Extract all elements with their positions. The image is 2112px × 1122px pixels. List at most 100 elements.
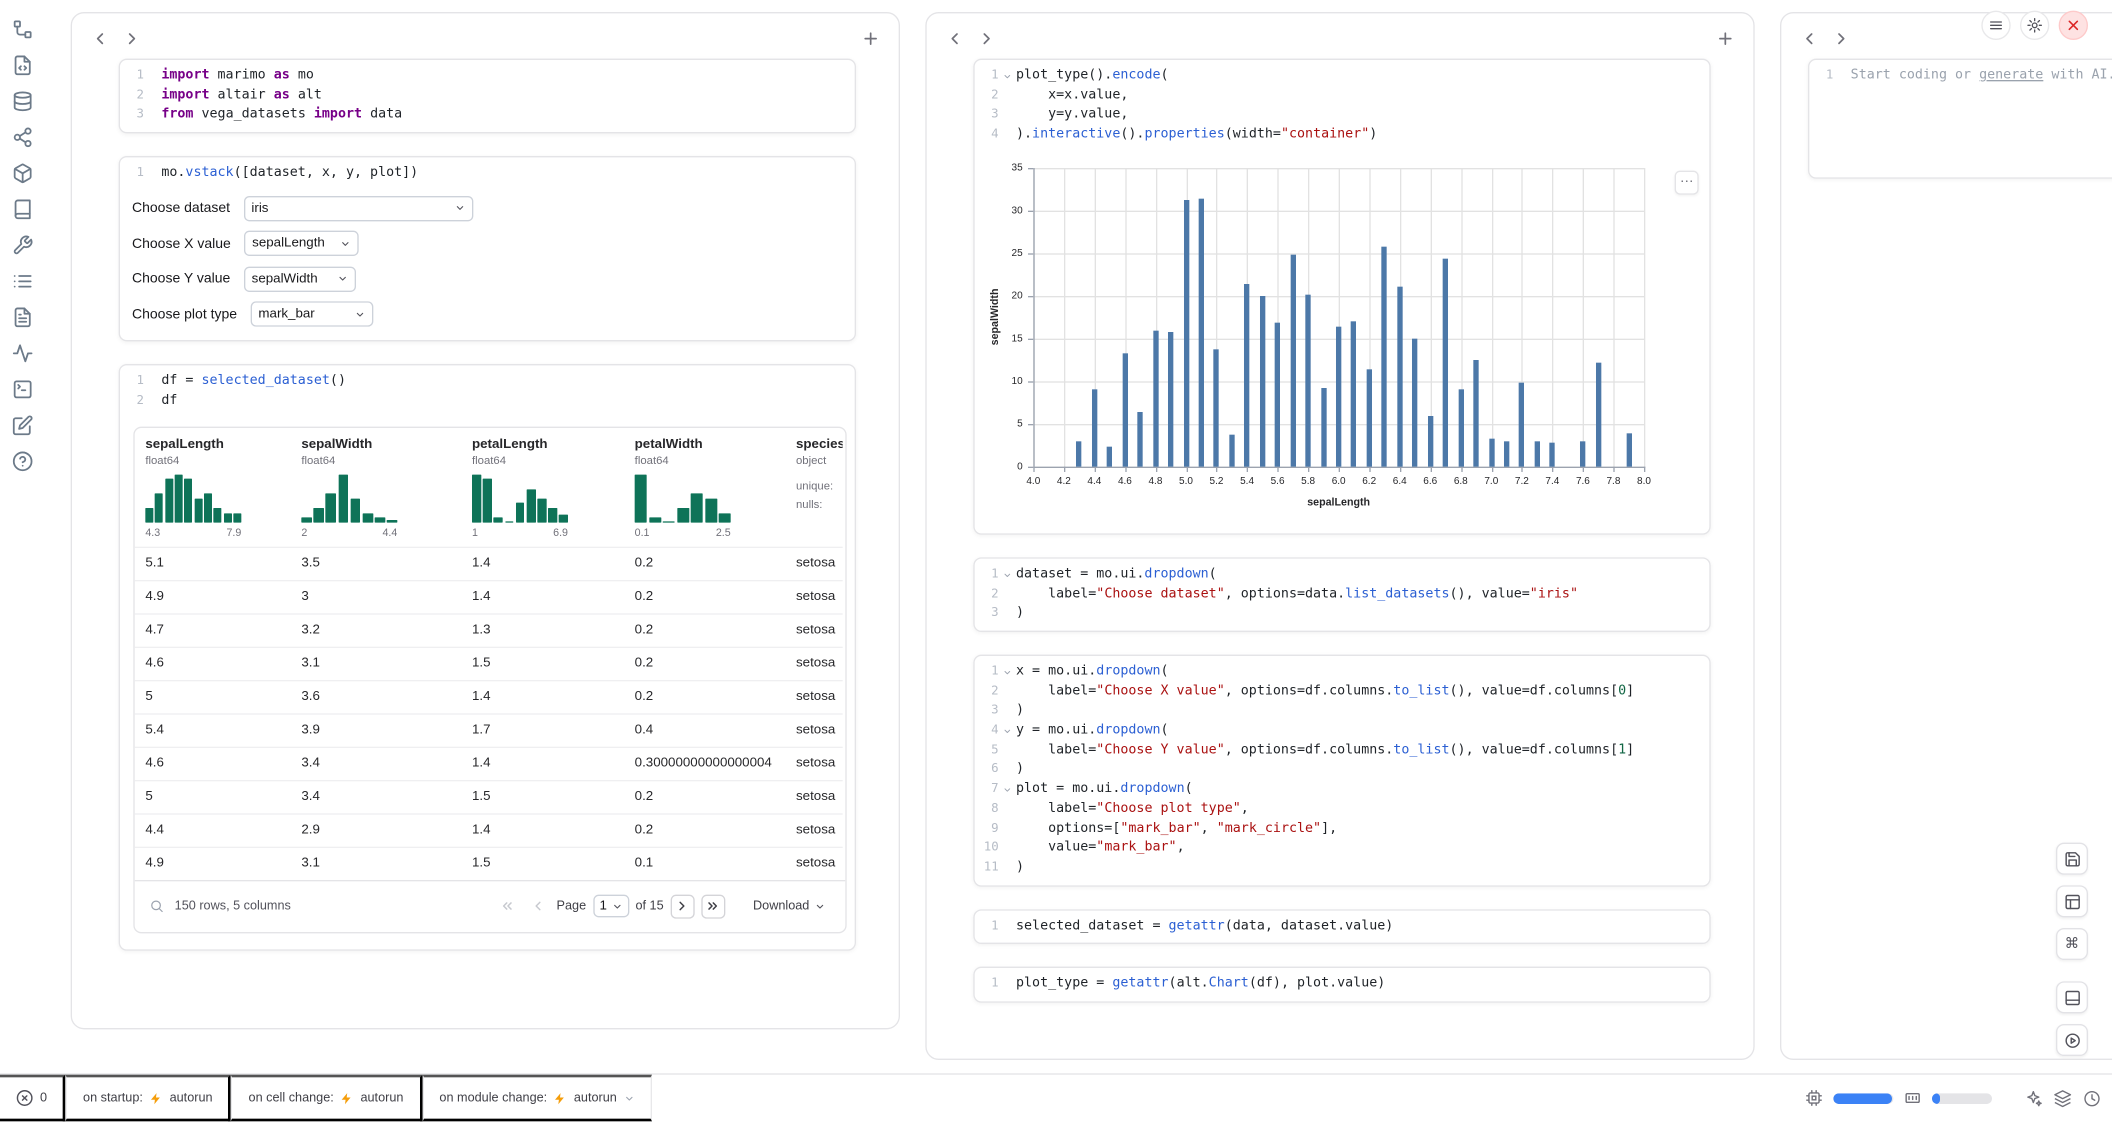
column-meta: unique: <box>796 474 843 493</box>
history-clock-icon[interactable] <box>2083 1089 2102 1108</box>
datasets-icon[interactable] <box>12 91 33 112</box>
outline-icon[interactable] <box>12 271 33 292</box>
code-line: 5 label="Choose Y value", options=df.col… <box>980 741 1709 761</box>
menu-button[interactable] <box>1981 11 2010 40</box>
first-page-button[interactable] <box>495 894 519 918</box>
add-cell-button[interactable] <box>861 29 880 48</box>
generate-link[interactable]: generate <box>1979 68 2043 83</box>
fold-caret-icon <box>999 780 1016 800</box>
add-cell-button[interactable] <box>1716 29 1735 48</box>
chart-bar <box>1244 285 1249 467</box>
kernel-layers-icon[interactable] <box>2053 1089 2072 1108</box>
column-scroll-right-button[interactable] <box>1832 29 1851 48</box>
save-button[interactable] <box>2056 843 2088 875</box>
file-code-icon[interactable] <box>12 55 33 76</box>
close-panel-button[interactable] <box>2059 11 2088 40</box>
code-editor[interactable]: 1plot_type().encode(2 x=x.value,3 y=y.va… <box>975 60 1710 152</box>
line-number: 1 <box>980 565 999 585</box>
table-summary-row: 4.37.924.416.90.12.5unique:nulls: <box>135 474 843 546</box>
chart-options-button[interactable]: ⋯ <box>1675 170 1699 194</box>
cell-xy-plot-dropdowns: 1x = mo.ui.dropdown(2 label="Choose X va… <box>973 655 1710 887</box>
help-icon[interactable] <box>12 451 33 472</box>
settings-gear-button[interactable] <box>2020 11 2049 40</box>
dropdown-select[interactable]: sepalWidth <box>244 266 356 291</box>
tracing-icon[interactable] <box>12 343 33 364</box>
column-scroll-right-button[interactable] <box>123 29 142 48</box>
download-button[interactable]: Download <box>745 898 833 915</box>
column-scroll-left-button[interactable] <box>945 29 964 48</box>
chart-bar <box>1626 434 1631 466</box>
explorer-icon[interactable] <box>12 19 33 40</box>
dropdown-select[interactable]: iris <box>243 196 472 221</box>
scratchpad-icon[interactable] <box>12 415 33 436</box>
cpu-icon <box>1805 1089 1822 1106</box>
dropdown-control: Choose datasetiris <box>132 196 855 221</box>
column-header: speciesobject <box>785 437 842 466</box>
dropdown-select[interactable]: sepalLength <box>244 231 359 256</box>
line-number: 10 <box>980 839 999 859</box>
column-scroll-left-button[interactable] <box>91 29 110 48</box>
table-cell: 3.4 <box>291 748 462 780</box>
on-cell-change-setting[interactable]: on cell change: autorun <box>231 1075 422 1122</box>
scratch-cell[interactable]: 1 Start coding or generate with AI. <box>1808 59 2112 179</box>
terminal-panel-button[interactable] <box>2056 981 2088 1013</box>
x-axis-tick-label: 4.4 <box>1081 474 1108 486</box>
ai-assistant-icon[interactable] <box>2024 1089 2043 1108</box>
table-cell: 3.1 <box>291 848 462 880</box>
x-axis-tick-label: 4.6 <box>1112 474 1139 486</box>
column-scroll-left-button[interactable] <box>1800 29 1819 48</box>
code-editor[interactable]: 1selected_dataset = getattr(data, datase… <box>975 910 1710 943</box>
snippets-button[interactable] <box>2056 885 2088 917</box>
code-editor[interactable]: 1mo.vstack([dataset, x, y, plot]) <box>120 157 855 190</box>
column-header <box>1781 13 2112 48</box>
on-startup-setting[interactable]: on startup: autorun <box>66 1075 231 1122</box>
table-cell: 3.6 <box>291 681 462 713</box>
column-name: species <box>796 437 843 452</box>
code-editor[interactable]: 1df = selected_dataset()2df <box>120 366 855 419</box>
range-min: 1 <box>472 526 478 538</box>
errors-indicator[interactable]: 0 <box>0 1075 66 1122</box>
prev-page-button[interactable] <box>526 894 550 918</box>
dropdown-select[interactable]: mark_bar <box>250 302 373 327</box>
terminal-icon[interactable] <box>12 379 33 400</box>
notebook-icon[interactable] <box>12 199 33 220</box>
range-max: 2.5 <box>716 526 731 538</box>
keyboard-shortcuts-button[interactable]: ⌘ <box>2056 928 2088 960</box>
on-module-change-setting[interactable]: on module change: autorun <box>422 1075 651 1122</box>
notebook-column-left: 1import marimo as mo2import altair as al… <box>71 12 900 1029</box>
chevron-down-icon <box>611 901 622 912</box>
fold-spacer <box>999 86 1016 106</box>
table-cell: 1.4 <box>461 681 624 713</box>
code-line: 1plot_type = getattr(alt.Chart(df), plot… <box>980 975 1709 995</box>
lightning-icon <box>554 1091 567 1104</box>
code-editor[interactable]: 1plot_type = getattr(alt.Chart(df), plot… <box>975 968 1710 1001</box>
vega-chart[interactable]: 051015202530354.04.24.44.64.85.05.25.45.… <box>991 154 1671 517</box>
dropdown-control: Choose plot typemark_bar <box>132 302 855 327</box>
fold-spacer <box>999 859 1016 879</box>
column-dtype: float64 <box>301 453 450 466</box>
code-editor[interactable]: 1dataset = mo.ui.dropdown(2 label="Choos… <box>975 558 1710 630</box>
code-line: 7plot = mo.ui.dropdown( <box>980 780 1709 800</box>
run-all-button[interactable] <box>2056 1024 2088 1056</box>
dependencies-icon[interactable] <box>12 127 33 148</box>
packages-icon[interactable] <box>12 163 33 184</box>
column-histogram <box>301 474 397 522</box>
last-page-button[interactable] <box>701 894 725 918</box>
table-search-button[interactable] <box>147 897 166 916</box>
histogram-bar <box>165 479 173 522</box>
next-page-button[interactable] <box>670 894 694 918</box>
chart-bar <box>1397 286 1402 466</box>
lightning-icon <box>150 1091 163 1104</box>
column-scroll-right-button[interactable] <box>977 29 996 48</box>
dropdown-value: sepalWidth <box>252 272 318 287</box>
histogram-bar <box>505 521 514 522</box>
page-select[interactable]: 1 <box>593 895 629 918</box>
documentation-icon[interactable] <box>12 307 33 328</box>
line-number: 9 <box>980 819 999 839</box>
code-editor[interactable]: 1x = mo.ui.dropdown(2 label="Choose X va… <box>975 656 1710 885</box>
table-cell: 5 <box>135 781 291 813</box>
editor-placeholder: Start coding or generate with AI. <box>1851 67 2112 87</box>
code-editor[interactable]: 1import marimo as mo2import altair as al… <box>120 60 855 132</box>
tools-icon[interactable] <box>12 235 33 256</box>
code-line: 3from vega_datasets import data <box>125 106 854 126</box>
